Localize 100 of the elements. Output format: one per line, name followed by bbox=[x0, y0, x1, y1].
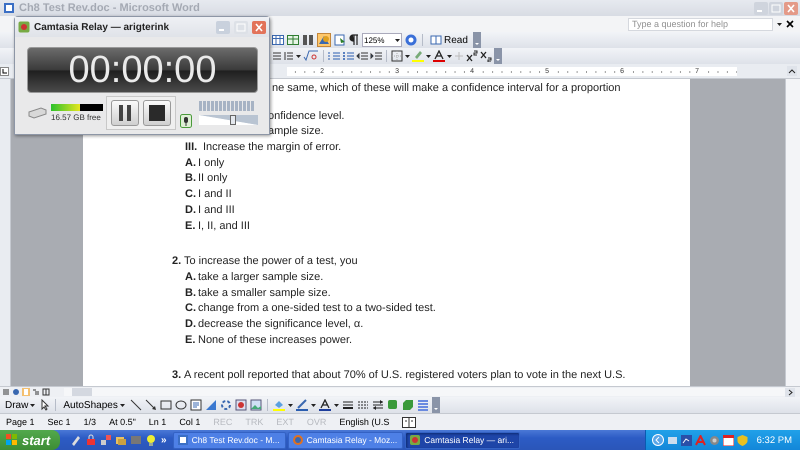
numbered-list-icon[interactable] bbox=[328, 50, 340, 62]
taskbar-button[interactable]: Ch8 Test Rev.doc - M... bbox=[172, 432, 286, 448]
align-objects-icon[interactable] bbox=[416, 399, 429, 411]
option-text: I, II, and III bbox=[198, 218, 250, 234]
question-text: ne same, which of these will make a confidence interval for a proportion bbox=[272, 81, 621, 96]
increase-indent-icon[interactable] bbox=[370, 50, 382, 62]
zoom-dropdown[interactable]: 125% bbox=[362, 33, 402, 47]
dash-style-icon[interactable] bbox=[356, 399, 369, 411]
bullet-list-icon[interactable] bbox=[342, 50, 354, 62]
microphone-icon[interactable] bbox=[180, 114, 192, 128]
border-icon[interactable] bbox=[391, 50, 403, 62]
taskbar-button[interactable]: Camtasia Relay - Moz... bbox=[288, 432, 404, 448]
picture-icon[interactable] bbox=[250, 399, 262, 411]
option-letter: E. bbox=[185, 220, 196, 232]
tab-stop-icon[interactable] bbox=[0, 66, 9, 76]
statement-text: Increase the margin of error. bbox=[203, 140, 342, 156]
volume-thumb[interactable] bbox=[230, 115, 236, 125]
arrow-style-icon[interactable] bbox=[372, 399, 384, 411]
toolbar-options-icon[interactable] bbox=[432, 397, 440, 413]
option-text: take a larger sample size. bbox=[198, 270, 324, 285]
help-search-field[interactable]: Type a question for help bbox=[628, 18, 773, 30]
padlock-icon[interactable] bbox=[85, 434, 97, 446]
option-letter: C. bbox=[185, 302, 196, 314]
status-item: REC bbox=[213, 417, 232, 427]
line-color-icon[interactable] bbox=[296, 399, 308, 411]
outline-view-icon[interactable] bbox=[32, 388, 40, 396]
status-item: EXT bbox=[276, 417, 294, 427]
select-pointer-icon[interactable] bbox=[40, 399, 50, 411]
rectangle-icon[interactable] bbox=[160, 399, 172, 411]
arrow-icon[interactable] bbox=[144, 399, 157, 411]
pen-tool-icon[interactable] bbox=[70, 434, 82, 446]
close-icon[interactable] bbox=[786, 20, 794, 28]
paragraph-mark-icon[interactable] bbox=[349, 34, 359, 46]
status-item: At 0.5" bbox=[109, 417, 136, 427]
pause-button[interactable] bbox=[111, 100, 139, 126]
volume-slider[interactable] bbox=[199, 115, 258, 125]
wordart-icon[interactable] bbox=[204, 399, 217, 411]
align-icon[interactable] bbox=[272, 50, 282, 62]
option-letter: B. bbox=[185, 172, 196, 184]
stop-button[interactable] bbox=[143, 100, 171, 126]
option-letter: D. bbox=[185, 204, 196, 216]
scroll-right-icon[interactable] bbox=[785, 388, 795, 396]
line-spacing-icon[interactable] bbox=[284, 50, 294, 62]
scroll-thumb[interactable] bbox=[72, 388, 92, 396]
status-item: TRK bbox=[245, 417, 264, 427]
oval-icon[interactable] bbox=[174, 399, 187, 411]
question-number: 3. bbox=[172, 369, 182, 382]
columns-icon[interactable] bbox=[302, 34, 314, 46]
option-letter: A. bbox=[185, 156, 196, 169]
lightbulb-icon[interactable] bbox=[145, 434, 157, 446]
option-text: II only bbox=[198, 171, 228, 186]
recorder-icon bbox=[18, 21, 30, 33]
document-map-icon[interactable] bbox=[334, 34, 346, 46]
status-item: Ln 1 bbox=[148, 417, 166, 427]
3d-style-icon[interactable] bbox=[402, 399, 414, 411]
option-text: I and II bbox=[198, 187, 232, 202]
font-color-icon[interactable] bbox=[433, 50, 445, 62]
stop-icon bbox=[149, 105, 165, 121]
tray-collapse-icon[interactable] bbox=[652, 434, 664, 446]
taskbar-button[interactable]: Camtasia Relay — ari... bbox=[405, 432, 520, 448]
scroll-up-icon[interactable] bbox=[787, 66, 797, 76]
status-item: English (U.S bbox=[339, 417, 390, 427]
dictionary-icon bbox=[402, 416, 416, 428]
word-document-icon bbox=[176, 434, 189, 446]
help-icon[interactable] bbox=[405, 34, 417, 46]
option-text: decrease the significance level, α. bbox=[198, 316, 364, 332]
option-letter: A. bbox=[185, 270, 196, 283]
folders-icon[interactable] bbox=[115, 434, 127, 446]
drawing-icon[interactable] bbox=[318, 34, 330, 46]
diagram-icon[interactable] bbox=[220, 399, 232, 411]
start-button[interactable]: start bbox=[0, 430, 60, 450]
network-icon[interactable] bbox=[100, 434, 112, 446]
equation-icon[interactable] bbox=[303, 50, 319, 62]
line-style-icon[interactable] bbox=[342, 399, 354, 411]
superscript-icon[interactable] bbox=[466, 50, 478, 62]
read-button[interactable]: Read bbox=[428, 33, 470, 47]
option-text: I and III bbox=[198, 202, 235, 218]
draw-menu[interactable]: Draw bbox=[3, 399, 38, 411]
line-icon[interactable] bbox=[130, 399, 142, 411]
spreadsheet-icon[interactable] bbox=[287, 34, 299, 46]
reading-view-icon[interactable] bbox=[42, 388, 50, 396]
question-text: A recent poll reported that about 70% of U.S. registered voters plan to vote in the next U.S. bbox=[184, 368, 626, 384]
question-text: To increase the power of a test, you bbox=[184, 254, 358, 270]
font-color-icon[interactable] bbox=[318, 399, 331, 411]
decrease-indent-icon[interactable] bbox=[356, 50, 368, 62]
quick-launch-more[interactable]: » bbox=[161, 434, 167, 446]
question-number: 2. bbox=[172, 255, 182, 268]
option-text: I only bbox=[198, 156, 224, 171]
autoshapes-menu[interactable]: AutoShapes bbox=[61, 399, 127, 411]
hard-drive-icon bbox=[27, 107, 47, 119]
fill-color-icon[interactable] bbox=[272, 399, 285, 411]
web-view-icon[interactable] bbox=[12, 388, 20, 396]
tray-calendar-icon[interactable] bbox=[722, 434, 734, 446]
table-icon[interactable] bbox=[272, 34, 284, 46]
text-box-icon[interactable] bbox=[190, 399, 202, 411]
subscript-icon[interactable] bbox=[480, 50, 492, 62]
clip-art-icon[interactable] bbox=[234, 399, 247, 411]
normal-view-icon[interactable] bbox=[2, 388, 10, 396]
vertical-scrollbar[interactable] bbox=[785, 79, 800, 386]
browser-icon bbox=[292, 434, 304, 446]
